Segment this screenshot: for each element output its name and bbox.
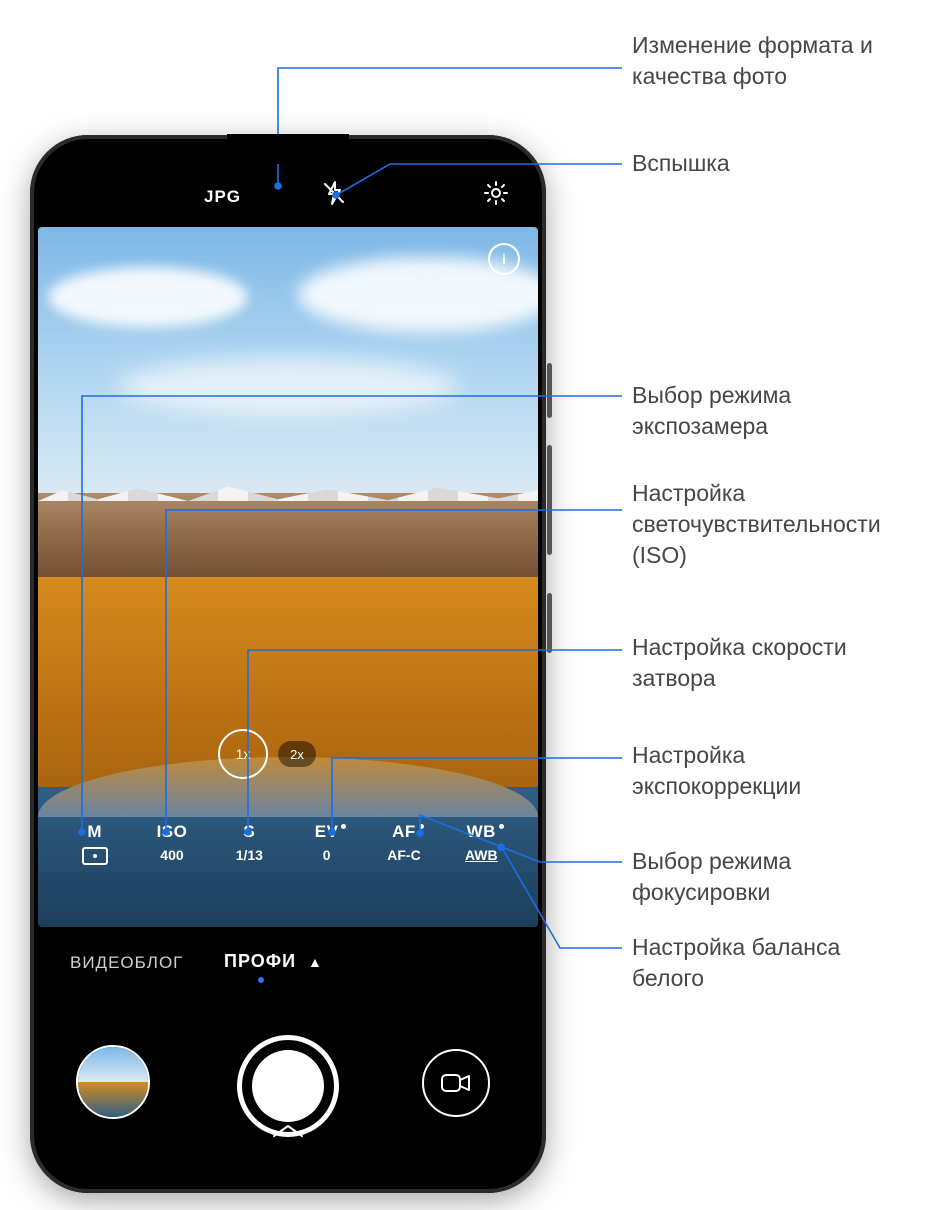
param-metering-label: M [87, 822, 102, 842]
camera-top-bar: JPG [30, 165, 546, 219]
pro-parameters-row: M ISO 400 S 1/13 EV 0 AF AF-C WB AWB [38, 822, 538, 865]
param-wb-value: AWB [465, 847, 498, 863]
chevron-up-icon: ▲ [308, 954, 323, 970]
param-iso-label: ISO [157, 822, 188, 842]
callout-ev: Настройка экспокоррекции [632, 740, 912, 802]
mode-pro-label: ПРОФИ [224, 951, 296, 971]
flash-off-icon[interactable] [320, 179, 348, 207]
camera-viewfinder[interactable]: i 1x 2x M ISO 400 S 1/13 EV 0 [38, 227, 538, 927]
info-icon[interactable]: i [488, 243, 520, 275]
zoom-controls: 1x 2x [218, 729, 316, 779]
zoom-2x-button[interactable]: 2x [278, 741, 316, 767]
param-wb-label: WB [467, 822, 496, 842]
side-button [547, 593, 552, 653]
param-iso[interactable]: ISO 400 [146, 822, 198, 865]
param-shutter-value: 1/13 [236, 847, 263, 863]
video-mode-button[interactable] [422, 1049, 490, 1117]
chevron-up-icon[interactable] [268, 1122, 308, 1145]
param-shutter[interactable]: S 1/13 [223, 822, 275, 865]
callout-format: Изменение формата и качества фото [632, 30, 912, 92]
param-ev-value: 0 [323, 847, 331, 863]
param-ev[interactable]: EV 0 [301, 822, 353, 865]
side-button [547, 445, 552, 555]
callout-flash: Вспышка [632, 148, 730, 179]
zoom-1x-button[interactable]: 1x [218, 729, 268, 779]
param-ev-label: EV [315, 822, 339, 842]
param-iso-value: 400 [160, 847, 183, 863]
mode-indicator-dot [258, 977, 264, 983]
gear-icon[interactable] [482, 179, 510, 207]
param-af-value: AF-C [387, 847, 420, 863]
mode-videoblog[interactable]: ВИДЕОБЛОГ [70, 953, 183, 973]
param-shutter-label: S [243, 822, 255, 842]
mode-pro[interactable]: ПРОФИ ▲ [224, 951, 323, 972]
phone-notch [227, 134, 349, 164]
camera-bottom-controls [30, 1005, 546, 1155]
callout-metering: Выбор режима экспозамера [632, 380, 912, 442]
metering-matrix-icon [82, 847, 108, 865]
preview-sky [38, 227, 538, 535]
phone-frame: JPG i 1x 2x M ISO 400 [30, 135, 546, 1193]
param-metering[interactable]: M [69, 822, 121, 865]
callout-wb: Настройка баланса белого [632, 932, 912, 994]
param-wb[interactable]: WB AWB [455, 822, 507, 865]
callout-af: Выбор режима фокусировки [632, 846, 912, 908]
side-button [547, 363, 552, 418]
camera-mode-selector: ВИДЕОБЛОГ ПРОФИ ▲ [30, 945, 546, 985]
param-af-label: AF [392, 822, 416, 842]
param-af[interactable]: AF AF-C [378, 822, 430, 865]
gallery-thumbnail[interactable] [76, 1045, 150, 1119]
callout-shutter: Настройка скорости затвора [632, 632, 912, 694]
callout-iso: Настройка светочувствительности (ISO) [632, 478, 922, 571]
photo-format-button[interactable]: JPG [204, 187, 241, 207]
